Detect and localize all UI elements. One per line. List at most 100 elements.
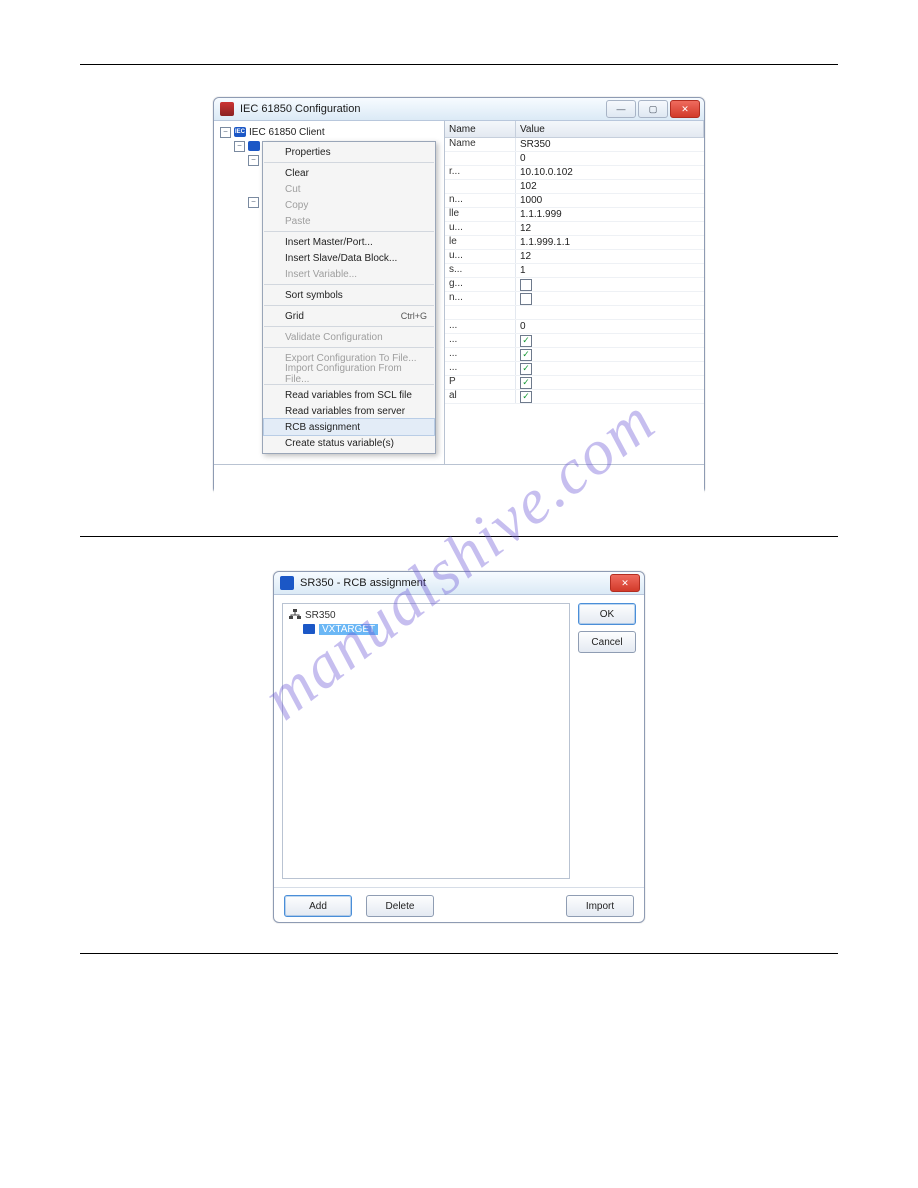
prop-row[interactable]: NameSR350 — [445, 138, 704, 152]
prop-value[interactable]: ✓ — [516, 348, 704, 361]
menu-label: RCB assignment — [285, 422, 360, 433]
prop-name: Name — [445, 138, 516, 151]
collapse-icon[interactable]: − — [220, 127, 231, 138]
checkbox-icon[interactable]: ✓ — [520, 335, 532, 347]
menu-read-server[interactable]: Read variables from server — [263, 403, 435, 419]
prop-value[interactable]: 12 — [516, 222, 704, 235]
menu-insert-variable: Insert Variable... — [263, 266, 435, 282]
list-device[interactable]: SR350 — [289, 608, 563, 622]
menu-label: Insert Variable... — [285, 269, 357, 280]
prop-value[interactable] — [516, 306, 704, 319]
prop-row[interactable]: le1.1.999.1.1 — [445, 236, 704, 250]
button-label: Add — [309, 901, 327, 912]
menu-read-scl[interactable]: Read variables from SCL file — [263, 387, 435, 403]
close-button[interactable]: ✕ — [670, 100, 700, 118]
prop-row[interactable] — [445, 306, 704, 320]
checkbox-icon[interactable] — [520, 293, 532, 305]
prop-value[interactable]: 102 — [516, 180, 704, 193]
collapse-icon[interactable]: − — [248, 155, 259, 166]
device-icon — [289, 609, 301, 621]
prop-value[interactable]: SR350 — [516, 138, 704, 151]
collapse-icon[interactable]: − — [234, 141, 245, 152]
button-label: OK — [600, 609, 614, 620]
cancel-button[interactable]: Cancel — [578, 631, 636, 653]
prop-name: ... — [445, 362, 516, 375]
prop-value[interactable]: 12 — [516, 250, 704, 263]
prop-value[interactable]: ✓ — [516, 362, 704, 375]
close-button[interactable]: ✕ — [610, 574, 640, 592]
menu-label: Sort symbols — [285, 290, 343, 301]
maximize-button[interactable]: ▢ — [638, 100, 668, 118]
prop-value[interactable]: 1.1.1.999 — [516, 208, 704, 221]
prop-value[interactable]: ✓ — [516, 376, 704, 389]
checkbox-icon[interactable]: ✓ — [520, 377, 532, 389]
prop-row[interactable]: ...0 — [445, 320, 704, 334]
prop-row[interactable]: g... — [445, 278, 704, 292]
menu-properties[interactable]: Properties — [263, 144, 435, 160]
menu-label: Insert Master/Port... — [285, 237, 373, 248]
prop-name: le — [445, 236, 516, 249]
prop-value[interactable]: 0 — [516, 152, 704, 165]
rcb-assignment-dialog: SR350 - RCB assignment ✕ SR350 VXTARGET — [273, 571, 645, 923]
titlebar[interactable]: SR350 - RCB assignment ✕ — [274, 572, 644, 595]
list-target[interactable]: VXTARGET — [289, 622, 563, 636]
prop-name: n... — [445, 292, 516, 305]
menu-grid[interactable]: GridCtrl+G — [263, 308, 435, 324]
prop-row[interactable]: al✓ — [445, 390, 704, 404]
prop-row[interactable]: ...✓ — [445, 334, 704, 348]
button-label: Import — [586, 901, 614, 912]
import-button[interactable]: Import — [566, 895, 634, 917]
prop-value[interactable]: 0 — [516, 320, 704, 333]
minimize-button[interactable]: — — [606, 100, 636, 118]
menu-import-config: Import Configuration From File... — [263, 366, 435, 382]
prop-row[interactable]: s...1 — [445, 264, 704, 278]
prop-row[interactable]: u...12 — [445, 250, 704, 264]
prop-value[interactable]: 1.1.999.1.1 — [516, 236, 704, 249]
prop-row[interactable]: 102 — [445, 180, 704, 194]
prop-value[interactable]: 1000 — [516, 194, 704, 207]
prop-value[interactable]: ✓ — [516, 334, 704, 347]
checkbox-icon[interactable]: ✓ — [520, 363, 532, 375]
prop-row[interactable]: u...12 — [445, 222, 704, 236]
device-list[interactable]: SR350 VXTARGET — [282, 603, 570, 879]
prop-row[interactable]: r...10.10.0.102 — [445, 166, 704, 180]
checkbox-icon[interactable]: ✓ — [520, 349, 532, 361]
titlebar[interactable]: IEC 61850 Configuration — ▢ ✕ — [214, 98, 704, 121]
list-target-label: VXTARGET — [319, 624, 378, 635]
checkbox-icon[interactable] — [520, 279, 532, 291]
prop-value[interactable]: 10.10.0.102 — [516, 166, 704, 179]
prop-value[interactable]: ✓ — [516, 390, 704, 403]
app-icon — [280, 576, 294, 590]
prop-row[interactable]: P✓ — [445, 376, 704, 390]
menu-label: Import Configuration From File... — [285, 363, 427, 385]
prop-row[interactable]: lle1.1.1.999 — [445, 208, 704, 222]
prop-row[interactable]: n...1000 — [445, 194, 704, 208]
menu-rcb-assignment[interactable]: RCB assignment — [263, 418, 435, 436]
prop-value[interactable] — [516, 292, 704, 305]
ok-button[interactable]: OK — [578, 603, 636, 625]
prop-row[interactable]: n... — [445, 292, 704, 306]
menu-insert-master[interactable]: Insert Master/Port... — [263, 234, 435, 250]
menu-label: Insert Slave/Data Block... — [285, 253, 397, 264]
prop-row[interactable]: ...✓ — [445, 348, 704, 362]
checkbox-icon[interactable]: ✓ — [520, 391, 532, 403]
add-button[interactable]: Add — [284, 895, 352, 917]
menu-sort-symbols[interactable]: Sort symbols — [263, 287, 435, 303]
menu-insert-slave[interactable]: Insert Slave/Data Block... — [263, 250, 435, 266]
menu-paste: Paste — [263, 213, 435, 229]
tree-root[interactable]: − IEC IEC 61850 Client — [220, 125, 444, 139]
prop-row[interactable]: 0 — [445, 152, 704, 166]
col-name[interactable]: Name — [445, 121, 516, 137]
prop-value[interactable]: 1 — [516, 264, 704, 277]
menu-label: Properties — [285, 147, 331, 158]
col-value[interactable]: Value — [516, 121, 704, 137]
menu-create-status[interactable]: Create status variable(s) — [263, 435, 435, 451]
minus-icon: — — [617, 104, 626, 114]
delete-button[interactable]: Delete — [366, 895, 434, 917]
collapse-icon[interactable]: − — [248, 197, 259, 208]
prop-row[interactable]: ... ✓ — [445, 362, 704, 376]
menu-clear[interactable]: Clear — [263, 165, 435, 181]
client-icon: IEC — [234, 127, 246, 137]
menu-label: Read variables from server — [285, 406, 405, 417]
prop-value[interactable] — [516, 278, 704, 291]
